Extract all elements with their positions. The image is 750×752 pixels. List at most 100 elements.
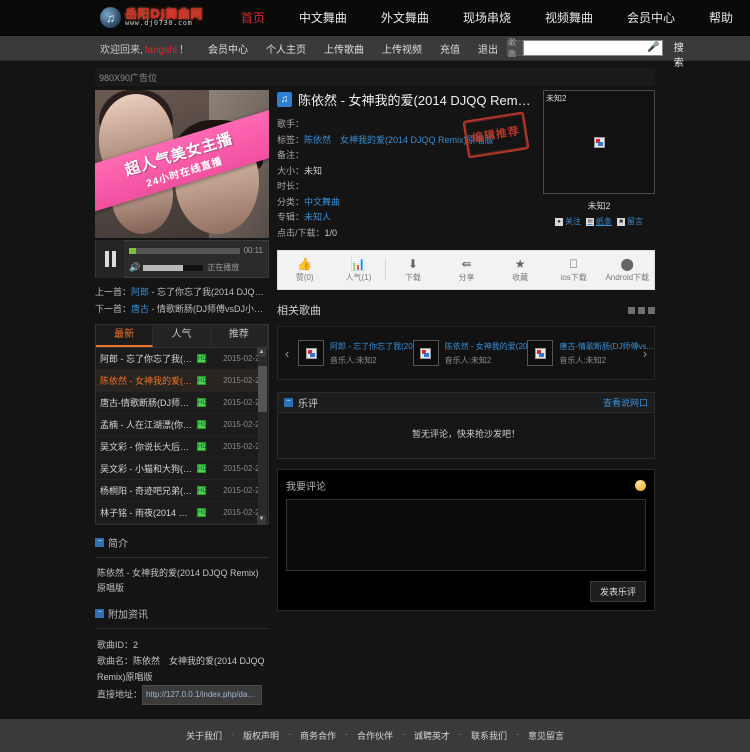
next-track-label: 下一首： (95, 304, 132, 314)
song-meta-value[interactable]: 未知人 (304, 212, 331, 222)
prev-track-artist[interactable]: 阿郎 (131, 287, 149, 297)
artist-avatar-box[interactable]: 未知2 (543, 90, 655, 194)
search-button[interactable]: 搜 索 (662, 39, 697, 69)
nav-item-home[interactable]: 首页 (224, 0, 282, 36)
hd-badge-icon: HD (197, 354, 207, 363)
carousel-dot[interactable] (648, 306, 655, 314)
minus-box-icon[interactable]: − (95, 609, 104, 618)
playlist-row[interactable]: 吴文彩 - 小猫和大狗(2014 ... HD 2015-02-20 (96, 458, 268, 480)
song-meta-key: 时长： (277, 181, 305, 191)
carousel-dot[interactable] (638, 306, 645, 314)
playlist-row[interactable]: 唐古-情歌断肠(DJ师傅vs... HD 2015-02-20 (96, 392, 268, 414)
nav-item-chinese-dance[interactable]: 中文舞曲 (282, 0, 364, 36)
view-all-comments-link[interactable]: 查看说网口 (603, 396, 648, 409)
related-thumb (527, 340, 554, 366)
action-toolbar: 👍赞(0) 📊人气(1) ⬇下载 ⇚分享 ★收藏 ios下载 ⬤Android… (277, 250, 655, 290)
chevron-right-icon[interactable]: › (638, 346, 652, 361)
scroll-down-icon[interactable]: ▼ (257, 515, 266, 524)
like-button[interactable]: 👍 赞(0) (278, 251, 332, 289)
smiley-icon[interactable] (635, 480, 646, 491)
player-time: 00:11 (243, 246, 263, 255)
footer-link[interactable]: 联系我们 (462, 729, 516, 742)
chevron-left-icon[interactable]: ‹ (280, 346, 294, 361)
next-track-artist[interactable]: 唐古 (131, 304, 149, 314)
site-logo[interactable]: ♫ 岳阳DJ舞曲网 www.dj0730.com (100, 7, 212, 28)
pause-icon[interactable] (96, 240, 124, 278)
sublink-upload-video[interactable]: 上传视频 (373, 41, 431, 56)
content-wrapper: 980X90广告位 超人气美女主播 24小时在线直播 00:11 🔊 正在播放 … (95, 68, 655, 705)
footer-link[interactable]: 关于我们 (177, 729, 231, 742)
minus-box-icon[interactable]: − (95, 538, 104, 547)
nav-item-live-mix[interactable]: 现场串烧 (446, 0, 528, 36)
nav-item-help[interactable]: 帮助 (692, 0, 750, 36)
sublink-member-center[interactable]: 会员中心 (199, 41, 257, 56)
progress-bar[interactable] (129, 247, 240, 254)
playlist-row[interactable]: 孟楠 - 人在江湖漂(你能不该... HD 2015-02-20 (96, 414, 268, 436)
song-id-value: 2 (133, 640, 139, 650)
artist-message-button[interactable]: ■ 留言 (617, 216, 643, 227)
intro-text: 陈依然 - 女神我的爱(2014 DJQQ Remix)原唱版 (97, 568, 259, 593)
broken-image-icon (534, 347, 546, 359)
footer-link[interactable]: 诚聘英才 (405, 729, 459, 742)
hd-badge-icon: HD (197, 398, 207, 407)
nav-item-video-dance[interactable]: 视频舞曲 (528, 0, 610, 36)
nav-item-foreign-dance[interactable]: 外文舞曲 (364, 0, 446, 36)
artist-note-button[interactable]: ✉ 纸条 (586, 216, 612, 227)
ad-banner[interactable]: 980X90广告位 (95, 68, 655, 86)
search-input[interactable] (522, 40, 663, 56)
playlist-tab-recommend[interactable]: 推荐 (211, 325, 268, 347)
related-card-sub: 音乐人:未知2 (559, 356, 607, 365)
playlist-row-date: 2015-02-20 (223, 442, 264, 451)
related-card[interactable]: 陈依然 - 女神我的爱(2014... 音乐人:未知2 (409, 340, 543, 366)
carousel-dot[interactable] (628, 306, 635, 314)
direct-url-key: 直接地址： (97, 689, 143, 700)
player-state: 正在播放 (207, 263, 240, 272)
playlist-row[interactable]: 吴文彩 - 你说长大后就要给... HD 2015-02-20 (96, 436, 268, 458)
nav-item-member-center[interactable]: 会员中心 (610, 0, 692, 36)
volume-icon[interactable]: 🔊 (129, 262, 140, 273)
related-card[interactable]: 唐古-情歌断肠(DJ师傅vs... 音乐人:未知2 (523, 340, 653, 366)
playlist-tab-popular[interactable]: 人气 (153, 325, 211, 347)
favorite-button[interactable]: ★ 收藏 (493, 251, 547, 289)
sublink-upload-song[interactable]: 上传歌曲 (315, 41, 373, 56)
related-title: 相关歌曲 (277, 305, 321, 317)
extra-info-title: 附加资讯 (108, 610, 148, 621)
music-note-icon: ♫ (277, 92, 292, 107)
android-download-button[interactable]: ⬤ Android下载 (600, 251, 654, 289)
volume-slider[interactable] (143, 264, 204, 271)
microphone-icon[interactable]: 🎤 (647, 42, 659, 53)
playlist-row[interactable]: 阿郎 - 忘了你忘了我(2014 ... HD 2015-02-20 (96, 348, 268, 370)
sublink-logout[interactable]: 退出 (469, 41, 507, 56)
popularity-button[interactable]: 📊 人气(1) (332, 251, 386, 289)
related-card[interactable]: 阿郎 - 忘了你忘了我(2014... 音乐人:未知2 (294, 340, 428, 366)
playlist-row-title: 杨桐阳 - 奇迹吧兄弟(元童坊... (100, 486, 193, 496)
playlist-row[interactable]: 陈依然 - 女神我的爱(2014 ... HD 2015-02-20 (96, 370, 268, 392)
playlist-tab-latest[interactable]: 最新 (96, 325, 154, 347)
comment-textarea[interactable] (286, 499, 646, 571)
sublink-personal-home[interactable]: 个人主页 (257, 41, 315, 56)
direct-url-value[interactable]: http://127.0.0.1/index.php/dance/p (142, 685, 263, 705)
footer-link[interactable]: 版权声明 (234, 729, 288, 742)
footer-link[interactable]: 商务合作 (291, 729, 345, 742)
carousel-dots[interactable] (628, 306, 655, 314)
sublink-recharge[interactable]: 充值 (431, 41, 469, 56)
username-label[interactable]: fangshi (145, 45, 177, 56)
footer-link[interactable]: 合作伙伴 (348, 729, 402, 742)
playlist-row[interactable]: 林子铭 - 雨夜(2014 DJQQ ... HD 2015-02-20 (96, 502, 268, 524)
ios-download-button[interactable]: ios下载 (547, 251, 601, 289)
minus-box-icon[interactable]: − (284, 398, 293, 407)
artist-follow-button[interactable]: ● 关注 (555, 216, 581, 227)
footer-link[interactable]: 意见留言 (519, 729, 573, 742)
song-meta-value[interactable]: 中文舞曲 (304, 197, 340, 207)
share-button[interactable]: ⇚ 分享 (440, 251, 494, 289)
promo-banner[interactable]: 超人气美女主播 24小时在线直播 (95, 90, 269, 238)
playlist-row-title: 吴文彩 - 你说长大后就要给... (100, 442, 193, 452)
download-button[interactable]: ⬇ 下载 (386, 251, 440, 289)
playlist-row[interactable]: 杨桐阳 - 奇迹吧兄弟(元童坊... HD 2015-02-20 (96, 480, 268, 502)
playlist-scroll-thumb[interactable] (258, 366, 267, 412)
message-icon: ■ (617, 217, 625, 226)
search-type-select[interactable]: 歌曲 (507, 38, 523, 58)
scroll-up-icon[interactable]: ▲ (257, 348, 266, 357)
submit-comment-button[interactable]: 发表乐评 (589, 581, 646, 602)
next-track-title: - 情歌断肠(DJ师傅vsDJ小笛2015MIX) (151, 304, 269, 314)
